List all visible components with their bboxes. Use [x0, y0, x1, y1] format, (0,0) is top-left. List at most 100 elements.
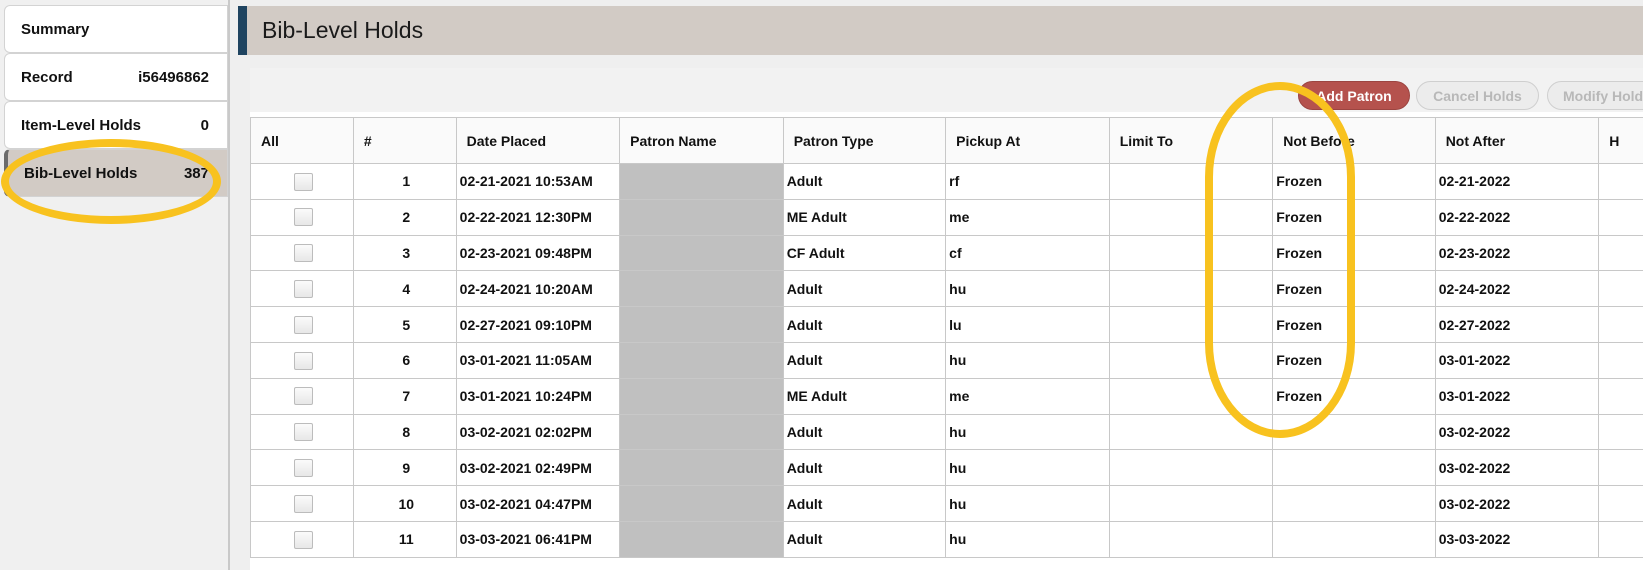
hold-number: 3: [352, 234, 457, 272]
column-header-not-after[interactable]: Not After: [1434, 117, 1600, 164]
modify-holds-button[interactable]: Modify Holds: [1547, 81, 1643, 110]
not-after: 03-01-2022: [1434, 341, 1600, 379]
date-placed: 02-24-2021 10:20AM: [455, 270, 621, 308]
table-row[interactable]: 7 03-01-2021 10:24PM ME Adult me Frozen 03-01…: [250, 377, 1643, 415]
sidebar-item-label: Item-Level Holds: [21, 116, 142, 134]
pickup-at: hu: [945, 449, 1110, 487]
hold-number: 4: [352, 270, 457, 308]
column-header-not-before[interactable]: Not Before: [1272, 117, 1436, 164]
limit-to: [1108, 306, 1274, 343]
date-placed: 03-02-2021 02:02PM: [455, 413, 621, 451]
sidebar-item-bib-level-holds[interactable]: Bib-Level Holds 387: [4, 149, 228, 197]
not-after: 03-02-2022: [1434, 485, 1600, 522]
patron-name-redacted: [619, 413, 784, 451]
row-checkbox[interactable]: [293, 315, 313, 334]
not-before: Frozen: [1272, 377, 1436, 415]
not-before: [1272, 520, 1436, 558]
hold-number: 7: [352, 377, 457, 415]
row-checkbox[interactable]: [293, 172, 313, 191]
limit-to: [1108, 163, 1274, 200]
holds-content: Add Patron Cancel Holds Modify Holds All…: [250, 68, 1643, 570]
column-header-patron-type[interactable]: Patron Type: [782, 117, 947, 164]
select-all-header[interactable]: All: [250, 117, 354, 164]
limit-to: [1108, 234, 1274, 272]
column-header-truncated[interactable]: H: [1598, 117, 1643, 164]
holds-table-body: 1 02-21-2021 10:53AM Adult rf Frozen 02-21-20…: [250, 163, 1643, 558]
patron-name-redacted: [619, 234, 784, 272]
row-checkbox[interactable]: [293, 351, 313, 370]
patron-type: Adult: [782, 485, 947, 522]
sidebar-item-label: Record: [21, 68, 73, 86]
not-before: [1272, 485, 1436, 522]
sidebar-item-item-level-holds[interactable]: Item-Level Holds 0: [4, 101, 228, 149]
truncated-cell: [1598, 306, 1643, 343]
date-placed: 02-27-2021 09:10PM: [455, 306, 621, 343]
sidebar-item-label: Bib-Level Holds: [24, 164, 138, 182]
holds-table: All # Date Placed Patron Name Patron Typ…: [250, 117, 1643, 558]
sidebar-item-record[interactable]: Record i56496862: [4, 53, 228, 101]
table-row[interactable]: 5 02-27-2021 09:10PM Adult lu Frozen 02-27-20…: [250, 306, 1643, 343]
row-checkbox[interactable]: [293, 458, 313, 477]
row-checkbox[interactable]: [293, 244, 313, 263]
truncated-cell: [1598, 485, 1643, 522]
limit-to: [1108, 413, 1274, 451]
row-checkbox-cell: [250, 341, 354, 379]
patron-type: Adult: [782, 449, 947, 487]
row-checkbox-cell: [250, 520, 354, 558]
pickup-at: hu: [945, 270, 1110, 308]
not-before: Frozen: [1272, 341, 1436, 379]
column-header-pickup-at[interactable]: Pickup At: [945, 117, 1110, 164]
row-checkbox[interactable]: [293, 279, 313, 298]
hold-number: 11: [352, 520, 457, 558]
table-row[interactable]: 3 02-23-2021 09:48PM CF Adult cf Frozen 02-23…: [250, 234, 1643, 272]
row-checkbox-cell: [250, 234, 354, 272]
row-checkbox[interactable]: [293, 423, 313, 442]
pickup-at: hu: [945, 341, 1110, 379]
table-row[interactable]: 2 02-22-2021 12:30PM ME Adult me Frozen 02-22…: [250, 198, 1643, 236]
date-placed: 03-03-2021 06:41PM: [455, 520, 621, 558]
bib-level-holds-count: 387: [183, 164, 209, 182]
column-header-number[interactable]: #: [352, 117, 457, 164]
limit-to: [1108, 520, 1274, 558]
not-before: [1272, 413, 1436, 451]
row-checkbox-cell: [250, 485, 354, 522]
cancel-holds-button[interactable]: Cancel Holds: [1416, 81, 1539, 110]
not-before: Frozen: [1272, 163, 1436, 200]
truncated-cell: [1598, 377, 1643, 415]
limit-to: [1108, 341, 1274, 379]
hold-number: 5: [352, 306, 457, 343]
date-placed: 03-02-2021 04:47PM: [455, 485, 621, 522]
column-header-patron-name[interactable]: Patron Name: [619, 117, 784, 164]
sidebar-item-label: Summary: [21, 20, 90, 38]
sidebar-item-summary[interactable]: Summary: [4, 5, 228, 53]
table-row[interactable]: 1 02-21-2021 10:53AM Adult rf Frozen 02-21-20…: [250, 163, 1643, 200]
patron-type: Adult: [782, 270, 947, 308]
table-row[interactable]: 9 03-02-2021 02:49PM Adult hu 03-02-2022: [250, 449, 1643, 487]
table-row[interactable]: 8 03-02-2021 02:02PM Adult hu 03-02-2022: [250, 413, 1643, 451]
toolbar: Add Patron Cancel Holds Modify Holds: [250, 68, 1643, 112]
not-before: Frozen: [1272, 270, 1436, 308]
truncated-cell: [1598, 198, 1643, 236]
patron-name-redacted: [619, 306, 784, 343]
row-checkbox[interactable]: [293, 530, 313, 549]
row-checkbox-cell: [250, 449, 354, 487]
column-header-limit-to[interactable]: Limit To: [1108, 117, 1274, 164]
table-row[interactable]: 4 02-24-2021 10:20AM Adult hu Frozen 02-24-20…: [250, 270, 1643, 308]
patron-type: ME Adult: [782, 198, 947, 236]
not-after: 03-02-2022: [1434, 449, 1600, 487]
not-after: 02-21-2022: [1434, 163, 1600, 200]
limit-to: [1108, 449, 1274, 487]
table-row[interactable]: 11 03-03-2021 06:41PM Adult hu 03-03-2022: [250, 520, 1643, 558]
table-row[interactable]: 10 03-02-2021 04:47PM Adult hu 03-02-2022: [250, 485, 1643, 522]
pickup-at: lu: [945, 306, 1110, 343]
table-row[interactable]: 6 03-01-2021 11:05AM Adult hu Frozen 03-01-20…: [250, 341, 1643, 379]
item-level-holds-count: 0: [200, 116, 209, 134]
date-placed: 02-22-2021 12:30PM: [455, 198, 621, 236]
pickup-at: rf: [945, 163, 1110, 200]
hold-number: 9: [352, 449, 457, 487]
column-header-date-placed[interactable]: Date Placed: [455, 117, 621, 164]
row-checkbox[interactable]: [293, 494, 313, 513]
add-patron-button[interactable]: Add Patron: [1298, 81, 1410, 110]
row-checkbox[interactable]: [293, 387, 313, 406]
row-checkbox[interactable]: [293, 208, 313, 227]
